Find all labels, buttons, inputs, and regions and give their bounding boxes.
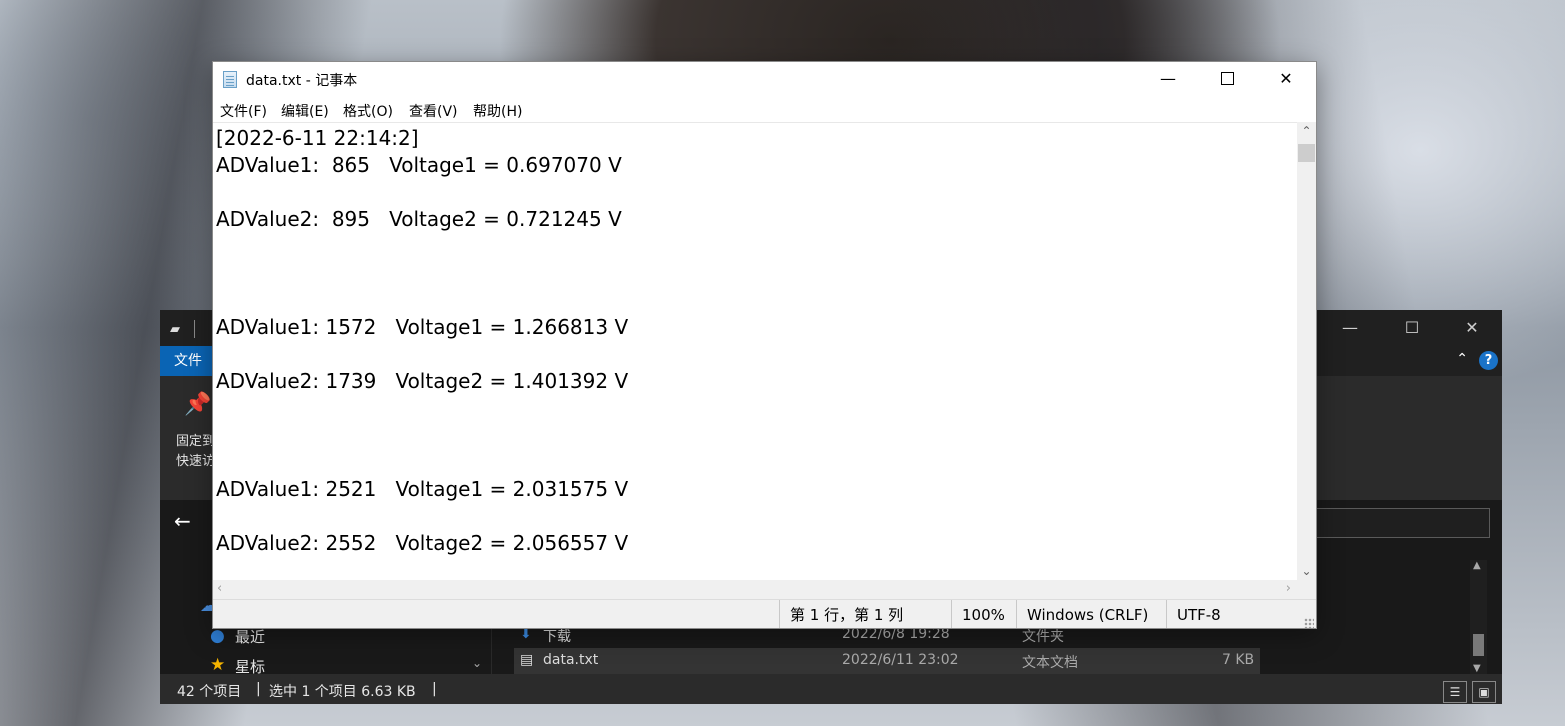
text-editor-area[interactable]: [2022-6-11 22:14:2] ADValue1: 865 Voltag… xyxy=(213,122,1297,581)
zoom-level: 100% xyxy=(951,600,1015,628)
clock-icon: ● xyxy=(210,626,225,646)
menu-bar: 文件(F) 编辑(E) 格式(O) 查看(V) 帮助(H) xyxy=(213,96,1316,122)
maximize-button[interactable] xyxy=(1198,62,1256,96)
titlebar-separator xyxy=(194,320,195,338)
menu-file[interactable]: 文件(F) xyxy=(220,101,267,121)
menu-help[interactable]: 帮助(H) xyxy=(473,101,522,121)
file-name: data.txt xyxy=(543,652,599,668)
text-line: ADValue2: 1739 Voltage2 = 1.401392 V xyxy=(216,369,629,393)
large-icons-view-icon[interactable]: ▣ xyxy=(1472,681,1496,703)
notepad-status-bar: 第 1 行，第 1 列 100% Windows (CRLF) UTF-8 xyxy=(213,599,1316,628)
text-line: ADValue2: 2552 Voltage2 = 2.056557 V xyxy=(216,531,629,555)
scroll-up-arrow-icon[interactable]: ⌃ xyxy=(1297,124,1316,138)
text-line: ADValue1: 2521 Voltage1 = 2.031575 V xyxy=(216,477,629,501)
scroll-right-arrow-icon[interactable]: › xyxy=(1286,581,1291,596)
close-button[interactable]: ✕ xyxy=(1257,62,1315,96)
chevron-down-icon[interactable]: ⌄ xyxy=(472,656,482,670)
text-line: ADValue2: 895 Voltage2 = 0.721245 V xyxy=(216,207,622,231)
scrollbar-corner xyxy=(1297,580,1316,599)
back-arrow-icon[interactable]: ← xyxy=(174,509,191,533)
menu-format[interactable]: 格式(O) xyxy=(343,101,393,121)
cursor-position: 第 1 行，第 1 列 xyxy=(779,600,949,628)
scroll-thumb[interactable] xyxy=(1473,634,1484,656)
text-line-timestamp: [2022-6-11 22:14:2] xyxy=(216,126,419,150)
vertical-scroll-thumb[interactable] xyxy=(1298,144,1315,162)
scroll-down-arrow-icon[interactable]: ⌄ xyxy=(1297,564,1316,578)
explorer-close-button[interactable]: ✕ xyxy=(1452,316,1492,340)
ribbon-help-area: ⌃ ? xyxy=(1442,346,1502,376)
nav-item-recent[interactable]: 最近 xyxy=(235,626,265,647)
explorer-vertical-scrollbar[interactable]: ▲ ▼ xyxy=(1470,560,1487,674)
file-size: 7 KB xyxy=(1222,652,1255,668)
file-type: 文件夹 xyxy=(1022,629,1064,645)
pin-icon[interactable]: 📌 xyxy=(184,392,211,417)
scroll-down-arrow-icon[interactable]: ▼ xyxy=(1473,663,1481,674)
star-icon: ★ xyxy=(210,655,226,675)
notepad-titlebar[interactable]: data.txt - 记事本 — ✕ xyxy=(213,62,1316,96)
quick-access-toolbar-icon[interactable]: ▰ xyxy=(170,322,180,337)
help-icon[interactable]: ? xyxy=(1479,351,1498,370)
text-line: ADValue1: 865 Voltage1 = 0.697070 V xyxy=(216,153,622,177)
collapse-ribbon-icon[interactable]: ⌃ xyxy=(1456,351,1468,367)
notepad-window[interactable]: data.txt - 记事本 — ✕ 文件(F) 编辑(E) 格式(O) 查看(… xyxy=(212,61,1317,629)
details-view-icon[interactable]: ☰ xyxy=(1443,681,1467,703)
menu-view[interactable]: 查看(V) xyxy=(409,101,458,121)
ribbon-file-tab[interactable]: 文件 xyxy=(160,346,216,376)
line-ending: Windows (CRLF) xyxy=(1016,600,1165,628)
file-name: 下载 xyxy=(543,629,571,645)
horizontal-scrollbar[interactable]: ‹ › xyxy=(213,580,1297,599)
menu-edit[interactable]: 编辑(E) xyxy=(281,101,329,121)
item-count: 42 个项目 xyxy=(177,684,242,700)
vertical-scrollbar[interactable]: ⌃ ⌄ xyxy=(1297,122,1316,580)
scroll-up-arrow-icon[interactable]: ▲ xyxy=(1473,560,1481,571)
explorer-minimize-button[interactable]: — xyxy=(1330,316,1370,340)
explorer-status-bar: 42 个项目 | 选中 1 个项目 6.63 KB | ☰ ▣ xyxy=(160,674,1502,704)
file-row-selected[interactable]: ▤ data.txt 2022/6/11 23:02 文本文档 7 KB xyxy=(514,648,1260,674)
file-type: 文本文档 xyxy=(1022,655,1078,671)
minimize-button[interactable]: — xyxy=(1139,62,1197,96)
scroll-left-arrow-icon[interactable]: ‹ xyxy=(217,581,222,596)
status-separator: | xyxy=(432,681,437,697)
status-separator: | xyxy=(256,681,261,697)
explorer-search-box[interactable] xyxy=(1316,508,1490,538)
text-line: ADValue1: 1572 Voltage1 = 1.266813 V xyxy=(216,315,629,339)
explorer-maximize-button[interactable]: ☐ xyxy=(1392,316,1432,340)
resize-grip-icon[interactable] xyxy=(1304,618,1314,628)
notepad-app-icon[interactable] xyxy=(223,71,237,88)
window-title: data.txt - 记事本 xyxy=(246,73,358,89)
text-file-icon: ▤ xyxy=(520,652,534,668)
maximize-icon xyxy=(1220,71,1234,85)
file-date: 2022/6/11 23:02 xyxy=(842,652,959,668)
selection-info: 选中 1 个项目 6.63 KB xyxy=(269,684,416,700)
encoding: UTF-8 xyxy=(1166,600,1306,628)
